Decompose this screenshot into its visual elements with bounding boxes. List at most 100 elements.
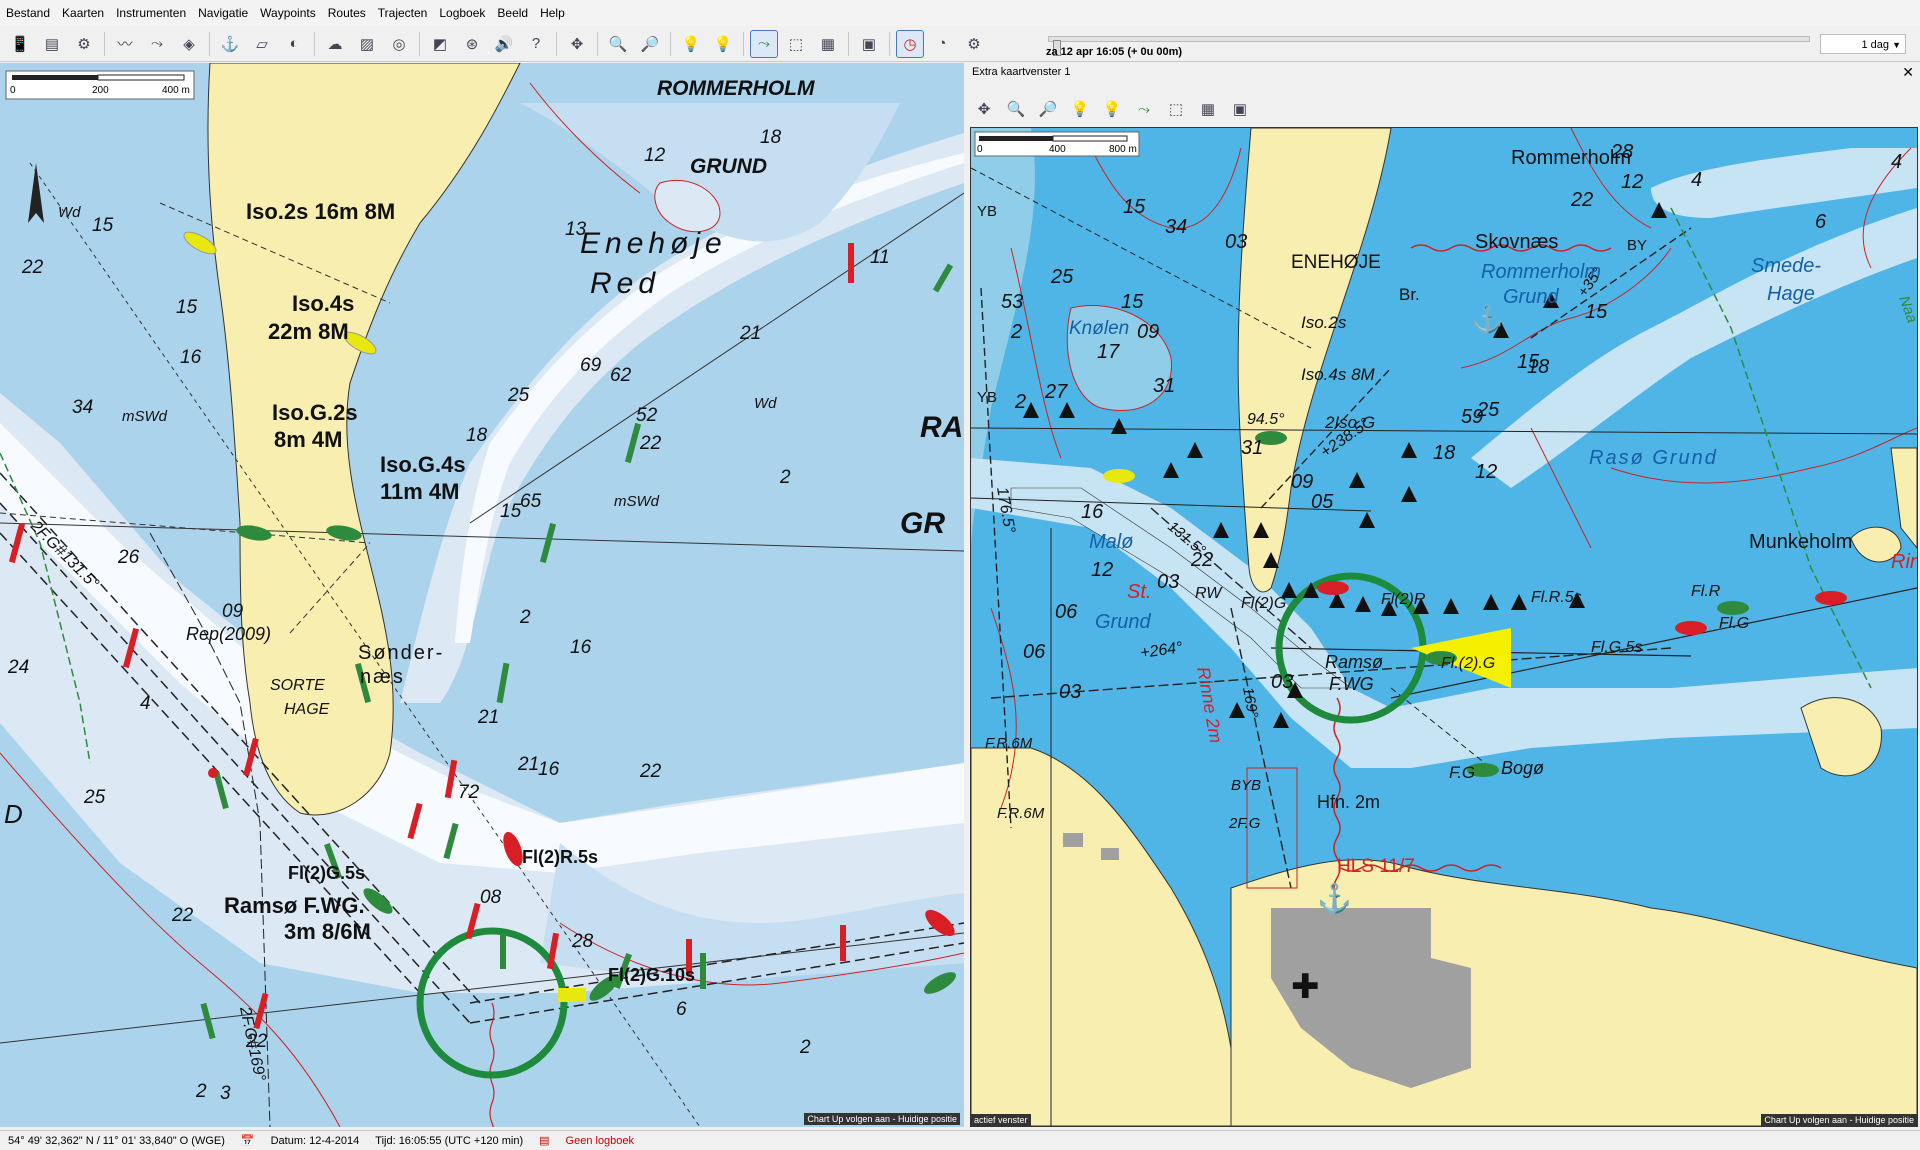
menu-navigatie[interactable]: Navigatie <box>192 0 254 26</box>
buoy-cone <box>1273 712 1289 728</box>
chart-box-icon[interactable]: ▣ <box>1226 95 1254 123</box>
light-on-icon[interactable]: 💡 <box>1098 95 1126 123</box>
buoy-cone <box>1163 462 1179 478</box>
depth-sounding: 31 <box>1153 375 1175 397</box>
window-layout-icon[interactable]: ▦ <box>814 30 842 58</box>
menu-trajecten[interactable]: Trajecten <box>372 0 434 26</box>
buoy-cone <box>1187 442 1203 458</box>
label-fg: F.G <box>1449 763 1475 782</box>
depth-sounding: 22 <box>1190 549 1213 571</box>
waypoint-icon[interactable]: ◈ <box>175 30 203 58</box>
menu-instrumenten[interactable]: Instrumenten <box>110 0 192 26</box>
main-chart[interactable]: 0 200 400 m ROMMERHOLM GRUND Enehøje Red… <box>0 63 964 1127</box>
depth-sounding: 3 <box>220 1083 231 1104</box>
depth-sounding: 15 <box>92 215 114 236</box>
menu-routes[interactable]: Routes <box>322 0 372 26</box>
track-icon[interactable]: 〰 <box>111 30 139 58</box>
label-by: BY <box>1627 237 1647 254</box>
window-layout-icon[interactable]: ▦ <box>1194 95 1222 123</box>
label-mswd-1: mSWd <box>122 408 168 425</box>
depth-sounding: 2 <box>519 607 531 628</box>
chart-stack-icon[interactable]: ▱ <box>248 30 276 58</box>
compass-icon[interactable]: ◎ <box>385 30 413 58</box>
move-icon[interactable]: ✥ <box>970 95 998 123</box>
close-icon[interactable]: ✕ <box>1902 63 1914 81</box>
globe-icon[interactable]: ◐ <box>280 30 308 58</box>
scale-tick-200: 200 <box>92 85 109 96</box>
label-ramso-2: 3m 8/6M <box>284 919 371 944</box>
sound-icon[interactable]: 🔊 <box>490 30 518 58</box>
zoom-in-icon[interactable]: 🔍 <box>604 30 632 58</box>
help-icon[interactable]: ? <box>522 30 550 58</box>
depth-sounding: 22 <box>639 433 662 454</box>
depth-sounding: 2 <box>799 1037 811 1058</box>
extra-chart[interactable]: 0 400 800 m ⚓ ⚓ ✚ Rommerholm Skovnæs ENE… <box>970 127 1918 1127</box>
settings-icon[interactable]: ⚙ <box>960 30 988 58</box>
duration-select[interactable]: 1 dag ▼ <box>1820 34 1906 54</box>
light-on-icon[interactable]: 💡 <box>709 30 737 58</box>
label-sorte: SORTE <box>270 677 325 694</box>
light-off-icon[interactable]: 💡 <box>677 30 705 58</box>
label-sonder-2: næs <box>360 666 405 688</box>
chart-tools-icon[interactable]: ◩ <box>426 30 454 58</box>
menu-help[interactable]: Help <box>534 0 571 26</box>
zoom-out-icon[interactable]: 🔎 <box>636 30 664 58</box>
label-2fg: 2F.G <box>1228 815 1261 832</box>
chart-up-icon[interactable]: ⬚ <box>1162 95 1190 123</box>
extra-chart-window: Extra kaartvenster 1 ✕ ✥ 🔍 🔎 💡 💡 ⤳ ⬚ ▦ ▣ <box>968 63 1920 1127</box>
label-rinne: Rinne 2m <box>1193 665 1226 744</box>
label-rw: RW <box>1195 585 1223 602</box>
photo-icon[interactable]: ▨ <box>353 30 381 58</box>
duration-value: 1 dag <box>1861 39 1889 51</box>
label-light-3b: 8m 4M <box>274 427 342 452</box>
depth-sounding: 06 <box>1055 601 1078 623</box>
route-icon[interactable]: ⤳ <box>143 30 171 58</box>
depth-sounding: 25 <box>1050 266 1074 288</box>
menu-beeld[interactable]: Beeld <box>491 0 534 26</box>
clock-icon[interactable]: ◷ <box>896 29 924 58</box>
light-flare <box>1675 621 1707 635</box>
depth-sounding: 72 <box>458 782 480 803</box>
chart-box-icon[interactable]: ▣ <box>855 30 883 58</box>
depth-sounding: 52 <box>636 405 658 426</box>
depth-sounding: 12 <box>644 145 666 166</box>
instrument2-icon[interactable]: ⚙ <box>70 30 98 58</box>
tide-icon[interactable]: ◔ <box>928 30 956 58</box>
menu-waypoints[interactable]: Waypoints <box>254 0 322 26</box>
active-window-label: actief venster <box>971 1114 1031 1126</box>
menu-bestand[interactable]: Bestand <box>0 0 56 26</box>
buoy-cone <box>1359 512 1375 528</box>
label-hfn: Hfn. 2m <box>1317 792 1380 812</box>
route-edit-icon[interactable]: ⤳ <box>1130 95 1158 123</box>
menu-logboek[interactable]: Logboek <box>433 0 491 26</box>
label-flr5: Fl.R.5s <box>1531 589 1582 606</box>
time-slider[interactable] <box>1048 36 1810 56</box>
extra-chart-toolbar: ✥ 🔍 🔎 💡 💡 ⤳ ⬚ ▦ ▣ <box>968 93 1256 125</box>
route-edit-icon[interactable]: ⤳ <box>750 29 778 58</box>
buoy-cone <box>1059 402 1075 418</box>
label-rommerholm: ROMMERHOLM <box>657 77 815 100</box>
toolbar-separator <box>889 31 890 56</box>
depth-sounding: 17 <box>1097 341 1120 363</box>
scale-tick-400: 400 m <box>162 85 190 96</box>
instrument-icon[interactable]: ▤ <box>38 30 66 58</box>
position-cross-icon: ✚ <box>1291 968 1320 1006</box>
depth-sounding: 22 <box>639 761 662 782</box>
menu-kaarten[interactable]: Kaarten <box>56 0 110 26</box>
move-icon[interactable]: ✥ <box>563 30 591 58</box>
menu-bar: Bestand Kaarten Instrumenten Navigatie Waypo… <box>0 0 1920 27</box>
zoom-in-icon[interactable]: 🔍 <box>1002 95 1030 123</box>
anchor-icon[interactable]: ⚓ <box>216 30 244 58</box>
buoy-cone <box>1511 594 1527 610</box>
label-light-2a: Iso.4s <box>292 291 354 316</box>
weather-icon[interactable]: ☁ <box>321 30 349 58</box>
light-off-icon[interactable]: 💡 <box>1066 95 1094 123</box>
depth-sounding: 15 <box>1585 301 1608 323</box>
depth-sounding: 62 <box>610 365 632 386</box>
zoom-out-icon[interactable]: 🔎 <box>1034 95 1062 123</box>
steering-icon[interactable]: ⊛ <box>458 30 486 58</box>
status-logbook[interactable]: Geen logboek <box>558 1135 643 1147</box>
chart-up-icon[interactable]: ⬚ <box>782 30 810 58</box>
depth-sounding: 21 <box>739 323 761 344</box>
phone-icon[interactable]: 📱 <box>6 30 34 58</box>
